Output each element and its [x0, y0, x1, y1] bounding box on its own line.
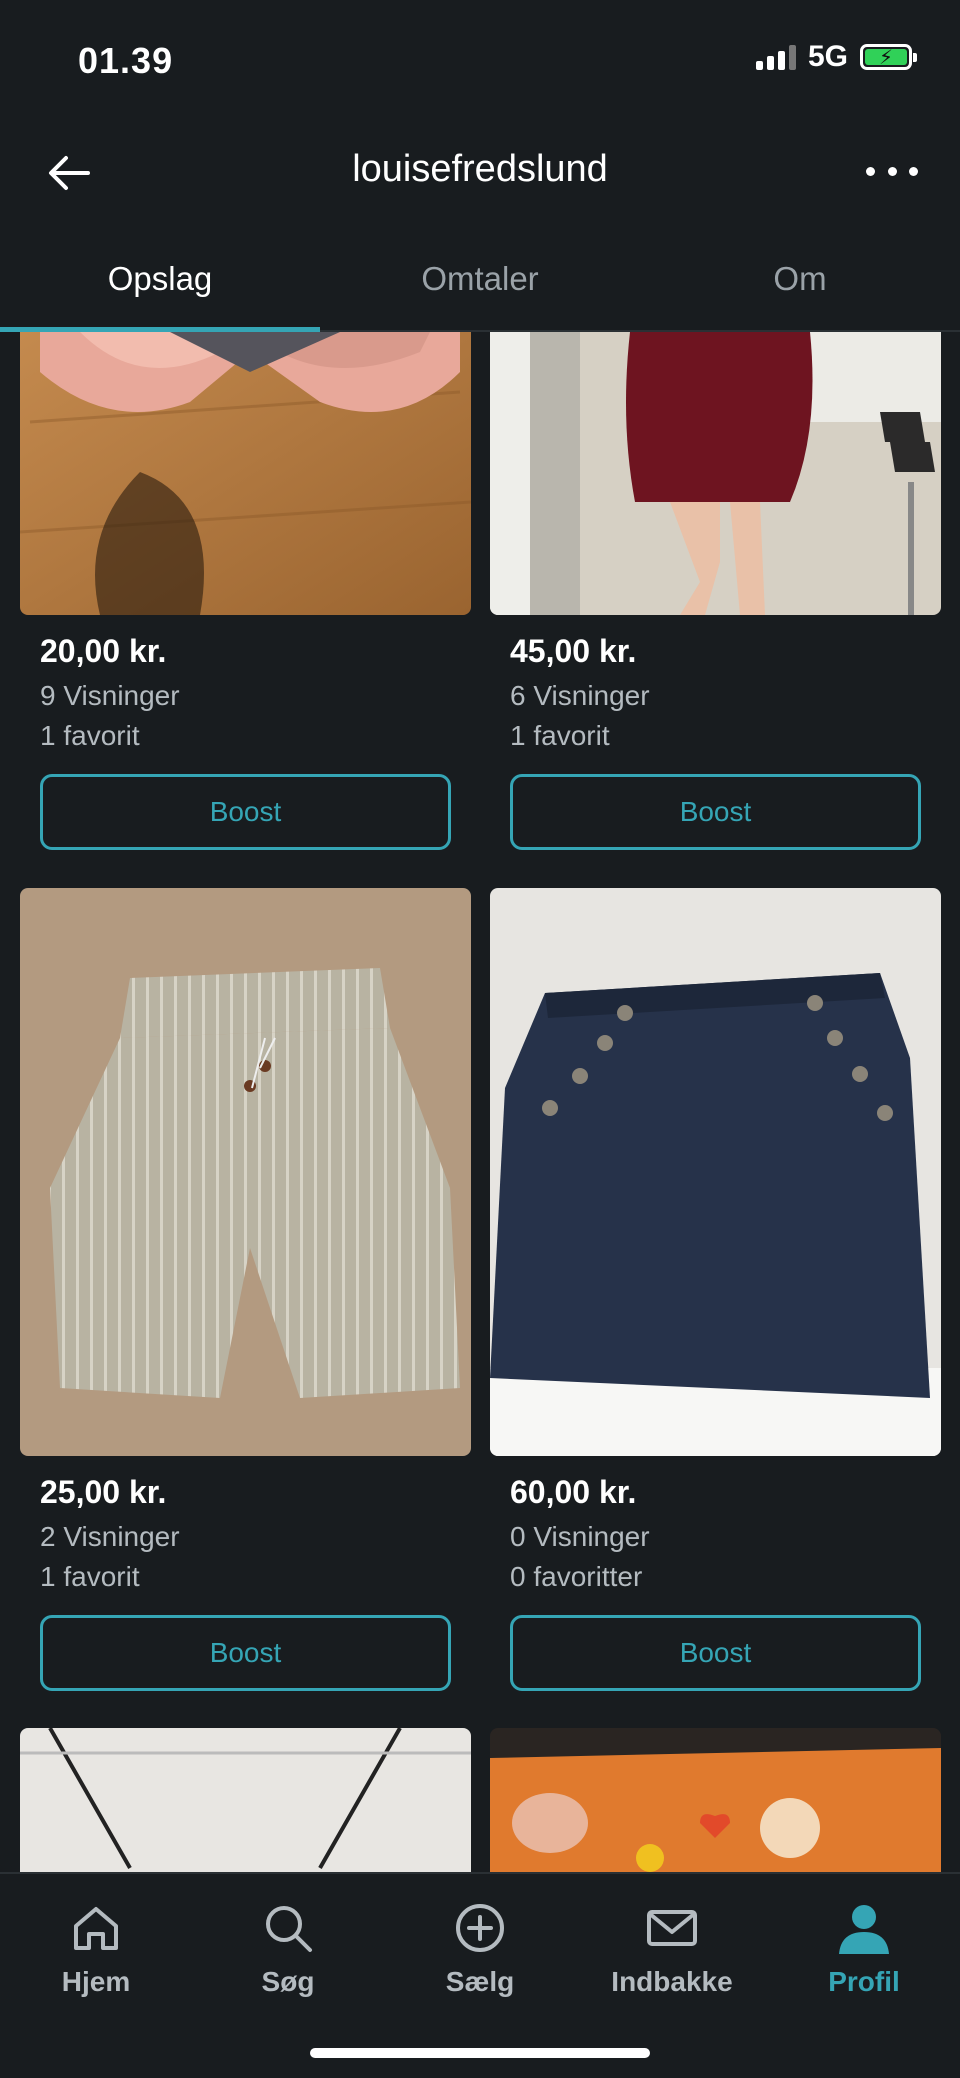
boost-button[interactable]: Boost: [40, 774, 451, 850]
status-time: 01.39: [78, 40, 174, 81]
tab-om[interactable]: Om: [640, 228, 960, 330]
home-icon: [74, 1907, 118, 1950]
nav-sell[interactable]: Sælg: [384, 1874, 576, 2024]
listing-photo[interactable]: [490, 1728, 941, 1874]
listing-card[interactable]: 25,00 kr. 2 Visninger 1 favorit Boost: [20, 888, 471, 1691]
signal-icon: [755, 44, 796, 70]
listing-card[interactable]: [20, 1728, 471, 1874]
listing-card[interactable]: [490, 1728, 941, 1874]
listing-views: 9 Visninger: [40, 680, 180, 711]
boost-button[interactable]: Boost: [40, 1615, 451, 1691]
listing-photo[interactable]: [490, 888, 941, 1456]
tab-opslag[interactable]: Opslag: [0, 228, 320, 332]
boost-button[interactable]: Boost: [510, 1615, 921, 1691]
listing-favorites: 1 favorit: [40, 720, 140, 751]
listing-card[interactable]: 20,00 kr. 9 Visninger 1 favorit Boost: [20, 332, 471, 850]
listing-card[interactable]: 60,00 kr. 0 Visninger 0 favoritter Boost: [490, 888, 941, 1691]
listing-photo[interactable]: [490, 332, 941, 615]
profile-header: louisefredslund: [0, 120, 960, 220]
nav-search[interactable]: Søg: [192, 1874, 384, 2024]
listing-photo[interactable]: [20, 888, 471, 1456]
profile-icon: [839, 1905, 889, 1954]
nav-search-label: Søg: [261, 1966, 315, 1997]
profile-tabs: Opslag Omtaler Om: [0, 228, 960, 332]
listing-favorites: 0 favoritter: [510, 1561, 643, 1592]
battery-icon: ⚡: [860, 44, 917, 70]
nav-profile-label: Profil: [828, 1966, 900, 1997]
listing-price: 25,00 kr.: [40, 1474, 167, 1510]
listing-card[interactable]: 45,00 kr. 6 Visninger 1 favorit Boost: [490, 332, 941, 850]
home-indicator: [310, 2048, 650, 2058]
listing-views: 2 Visninger: [40, 1521, 180, 1552]
search-icon: [266, 1906, 312, 1952]
more-options-icon[interactable]: [866, 156, 918, 186]
status-bar: 01.39 5G ⚡: [0, 0, 960, 120]
listing-views: 0 Visninger: [510, 1521, 650, 1552]
page-title: louisefredslund: [352, 148, 608, 190]
status-indicators: 5G ⚡: [755, 40, 917, 74]
listings-grid: 20,00 kr. 9 Visninger 1 favorit Boost 45…: [0, 332, 960, 1874]
mail-icon: [647, 1910, 697, 1946]
nav-home-label: Hjem: [61, 1966, 131, 1997]
listing-views: 6 Visninger: [510, 680, 650, 711]
nav-inbox[interactable]: Indbakke: [576, 1874, 768, 2024]
listing-price: 45,00 kr.: [510, 633, 637, 669]
plus-circle-icon: [456, 1904, 504, 1952]
boost-button[interactable]: Boost: [510, 774, 921, 850]
bottom-navigation: Hjem Søg Sælg Indbakke Profil: [0, 1872, 960, 2078]
listing-price: 20,00 kr.: [40, 633, 167, 669]
listing-photo[interactable]: [20, 332, 471, 615]
nav-profile[interactable]: Profil: [768, 1874, 960, 2024]
network-type: 5G: [807, 40, 848, 73]
nav-home[interactable]: Hjem: [0, 1874, 192, 2024]
listing-photo[interactable]: [20, 1728, 471, 1874]
nav-sell-label: Sælg: [445, 1966, 515, 1997]
listing-price: 60,00 kr.: [510, 1474, 637, 1510]
listing-favorites: 1 favorit: [40, 1561, 140, 1592]
nav-inbox-label: Indbakke: [611, 1966, 733, 1997]
tab-omtaler[interactable]: Omtaler: [320, 228, 640, 330]
listing-favorites: 1 favorit: [510, 720, 610, 751]
